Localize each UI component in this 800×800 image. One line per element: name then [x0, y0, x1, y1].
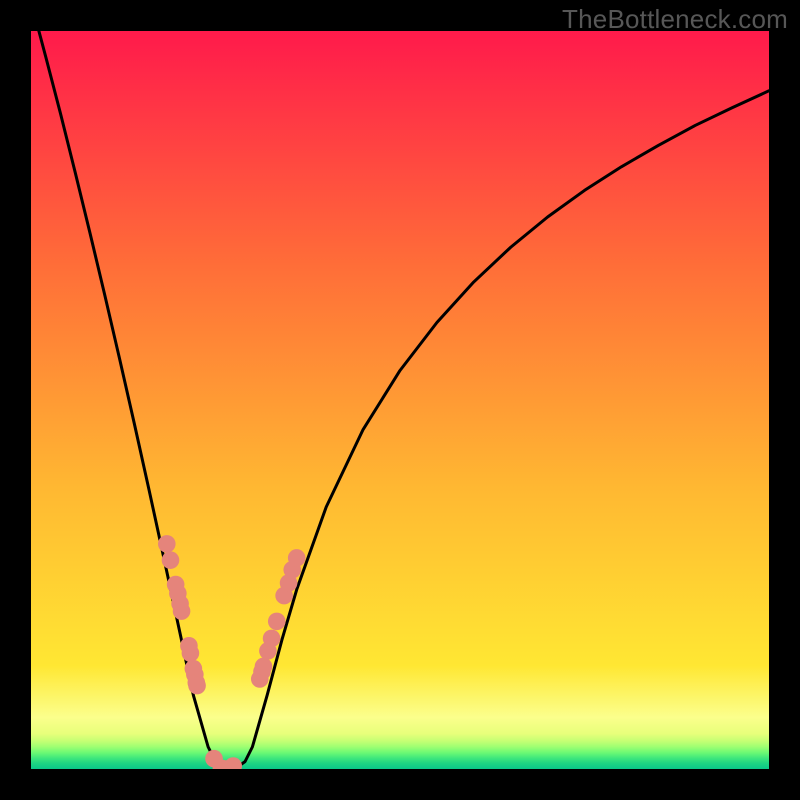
gpu-marker-dot [263, 630, 281, 648]
plot-area [31, 31, 769, 769]
chart-frame: TheBottleneck.com [0, 0, 800, 800]
chart-svg [31, 31, 769, 769]
gpu-marker-dot [288, 549, 306, 567]
gpu-marker-dot [182, 644, 200, 662]
gpu-marker-dot [188, 677, 206, 695]
gpu-marker-dot [158, 535, 176, 553]
gpu-marker-dot [268, 613, 286, 631]
gpu-marker-dot [173, 602, 191, 620]
gradient-background [31, 31, 769, 769]
gpu-marker-dot [162, 551, 180, 569]
gpu-marker-dot [255, 658, 273, 676]
watermark-text: TheBottleneck.com [562, 4, 788, 35]
